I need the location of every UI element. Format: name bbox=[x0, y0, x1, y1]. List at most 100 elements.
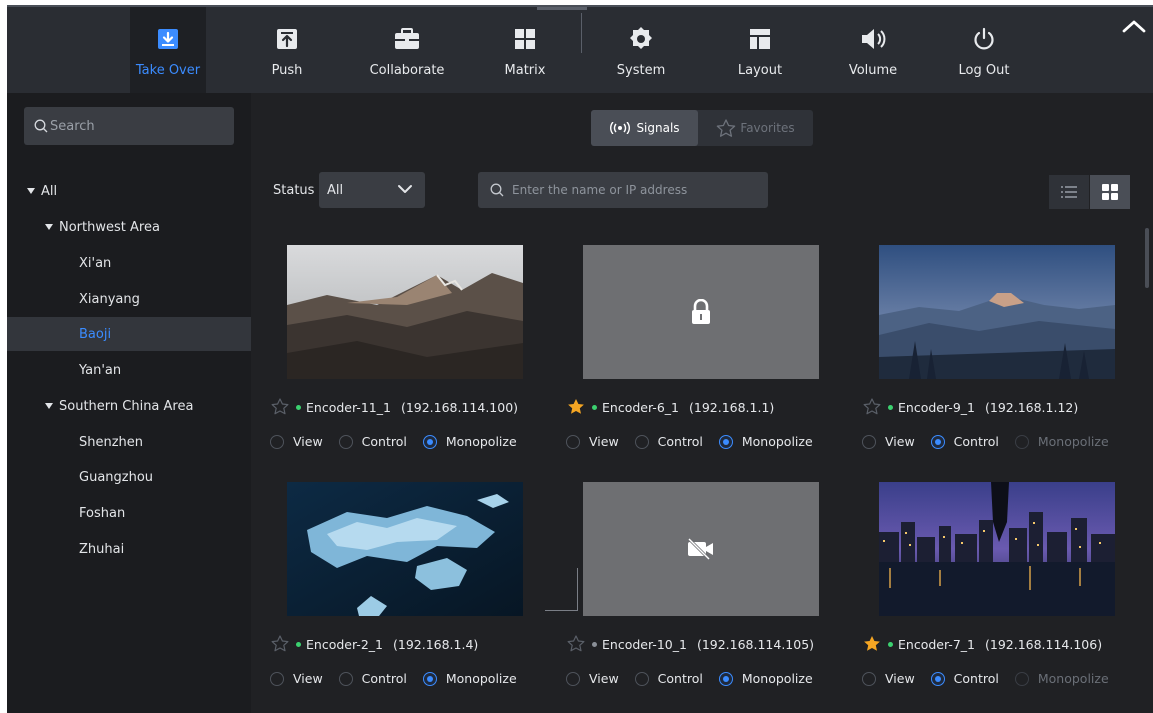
tool-label: Collaborate bbox=[369, 63, 445, 78]
tree-node-northwest-area[interactable]: Northwest Area bbox=[7, 210, 251, 244]
tree-label: Yan'an bbox=[79, 362, 122, 378]
control-radio-label: Control bbox=[361, 671, 407, 686]
caret-down-icon bbox=[45, 403, 53, 409]
tool-take-over[interactable]: Take Over bbox=[130, 7, 206, 93]
encoder-ip: (192.168.114.106) bbox=[984, 636, 1103, 652]
radio-circle bbox=[1014, 434, 1029, 449]
encoder-ip: (192.168.1.4) bbox=[392, 636, 479, 652]
encoder-name: Encoder-7_1 bbox=[898, 636, 975, 652]
ice-photo bbox=[287, 482, 523, 616]
status-dropdown[interactable]: All bbox=[319, 172, 425, 208]
monopolize-radio[interactable]: Monopolize bbox=[718, 671, 813, 686]
tool-collaborate[interactable]: Collaborate bbox=[362, 7, 452, 93]
tool-log-out[interactable]: Log Out bbox=[952, 7, 1016, 93]
card-title: Encoder-9_1 (192.168.1.12) bbox=[862, 397, 1078, 417]
control-radio[interactable]: Control bbox=[634, 434, 703, 449]
view-radio[interactable]: View bbox=[862, 434, 915, 449]
radio-circle bbox=[1014, 671, 1029, 686]
tree-label: Zhuhai bbox=[79, 541, 125, 557]
monopolize-radio-label: Monopolize bbox=[1037, 434, 1109, 449]
view-radio-label: View bbox=[293, 434, 323, 449]
preview-thumbnail[interactable] bbox=[287, 245, 523, 379]
view-radio[interactable]: View bbox=[270, 434, 323, 449]
preview-thumbnail[interactable] bbox=[583, 482, 819, 616]
view-radio[interactable]: View bbox=[566, 671, 619, 686]
view-radio-label: View bbox=[885, 671, 915, 686]
list-view-button[interactable] bbox=[1049, 175, 1089, 209]
preview-thumbnail[interactable] bbox=[879, 245, 1115, 379]
tree-node-zhuhai[interactable]: Zhuhai bbox=[7, 532, 251, 566]
mode-options: View Control Monopolize bbox=[270, 671, 533, 686]
monopolize-radio[interactable]: Monopolize bbox=[718, 434, 813, 449]
monopolize-radio-label: Monopolize bbox=[1037, 671, 1109, 686]
caret-down-icon bbox=[27, 188, 35, 194]
signal-card: Encoder-6_1 (192.168.1.1) View Control M… bbox=[566, 245, 856, 470]
mode-options: View Control Monopolize bbox=[270, 434, 533, 449]
tree-node-baoji[interactable]: Baoji bbox=[7, 317, 251, 351]
sidebar-search-input[interactable] bbox=[50, 118, 220, 134]
tool-matrix[interactable]: Matrix bbox=[495, 7, 555, 93]
monopolize-radio-label: Monopolize bbox=[741, 671, 813, 686]
monopolize-radio[interactable]: Monopolize bbox=[422, 671, 517, 686]
tree-node-shenzhen[interactable]: Shenzhen bbox=[7, 425, 251, 459]
view-radio[interactable]: View bbox=[270, 671, 323, 686]
tree-label: Shenzhen bbox=[79, 434, 144, 450]
top-toolbar: Take Over Push Collaborate Matrix System… bbox=[7, 5, 1153, 93]
star-filled-icon[interactable] bbox=[566, 397, 586, 417]
preview-thumbnail[interactable] bbox=[583, 245, 819, 379]
star-outline-icon[interactable] bbox=[566, 634, 586, 654]
grid-view-button[interactable] bbox=[1090, 175, 1130, 209]
preview-thumbnail[interactable] bbox=[287, 482, 523, 616]
name-ip-filter-input[interactable] bbox=[512, 183, 762, 197]
radio-circle bbox=[270, 671, 284, 686]
star-outline-icon[interactable] bbox=[270, 397, 290, 417]
offline-status-dot bbox=[592, 641, 597, 647]
control-radio[interactable]: Control bbox=[634, 671, 703, 686]
tool-push[interactable]: Push bbox=[257, 7, 317, 93]
view-radio[interactable]: View bbox=[566, 434, 619, 449]
card-title: Encoder-6_1 (192.168.1.1) bbox=[566, 397, 774, 417]
mode-options: View Control Monopolize bbox=[862, 434, 1125, 449]
radio-circle bbox=[718, 434, 733, 449]
name-ip-filter[interactable] bbox=[478, 172, 768, 208]
status-value: All bbox=[327, 182, 344, 198]
tool-label: System bbox=[616, 63, 666, 78]
tree-node-all[interactable]: All bbox=[7, 174, 251, 208]
collapse-toolbar-button[interactable] bbox=[1121, 17, 1147, 35]
tool-system[interactable]: System bbox=[611, 7, 671, 93]
sidebar: All Northwest Area Xi'an Xianyang Baoji … bbox=[7, 93, 251, 713]
tool-label: Take Over bbox=[135, 63, 201, 78]
control-radio[interactable]: Control bbox=[930, 434, 999, 449]
tree-label: Northwest Area bbox=[59, 219, 160, 235]
preview-thumbnail[interactable] bbox=[879, 482, 1115, 616]
tab-favorites[interactable]: Favorites bbox=[698, 110, 813, 146]
encoder-name: Encoder-11_1 bbox=[306, 399, 391, 415]
tree-node-guangzhou[interactable]: Guangzhou bbox=[7, 460, 251, 494]
card-title: Encoder-2_1 (192.168.1.4) bbox=[270, 634, 478, 654]
tree-node-yanan[interactable]: Yan'an bbox=[7, 353, 251, 387]
signal-card: Encoder-10_1 (192.168.114.105) View Cont… bbox=[566, 482, 856, 707]
star-filled-icon[interactable] bbox=[862, 634, 882, 654]
control-radio[interactable]: Control bbox=[930, 671, 999, 686]
monopolize-radio: Monopolize bbox=[1014, 671, 1109, 686]
tool-layout[interactable]: Layout bbox=[729, 7, 791, 93]
sidebar-search[interactable] bbox=[24, 107, 234, 145]
star-outline-icon[interactable] bbox=[862, 397, 882, 417]
control-radio[interactable]: Control bbox=[338, 671, 407, 686]
tree-node-southern-china-area[interactable]: Southern China Area bbox=[7, 389, 251, 423]
tree-node-foshan[interactable]: Foshan bbox=[7, 496, 251, 530]
view-radio[interactable]: View bbox=[862, 671, 915, 686]
encoder-name: Encoder-2_1 bbox=[306, 636, 383, 652]
control-radio-label: Control bbox=[657, 434, 703, 449]
chevron-up-icon bbox=[1122, 20, 1146, 33]
monopolize-radio[interactable]: Monopolize bbox=[422, 434, 517, 449]
tree-node-xianyang[interactable]: Xianyang bbox=[7, 282, 251, 316]
tool-volume[interactable]: Volume bbox=[843, 7, 903, 93]
control-radio[interactable]: Control bbox=[338, 434, 407, 449]
star-outline-icon[interactable] bbox=[270, 634, 290, 654]
list-icon bbox=[1061, 186, 1077, 198]
tree-node-xian[interactable]: Xi'an bbox=[7, 246, 251, 280]
power-icon bbox=[970, 25, 998, 53]
tab-signals[interactable]: Signals bbox=[591, 110, 698, 146]
encoder-ip: (192.168.1.1) bbox=[688, 399, 775, 415]
